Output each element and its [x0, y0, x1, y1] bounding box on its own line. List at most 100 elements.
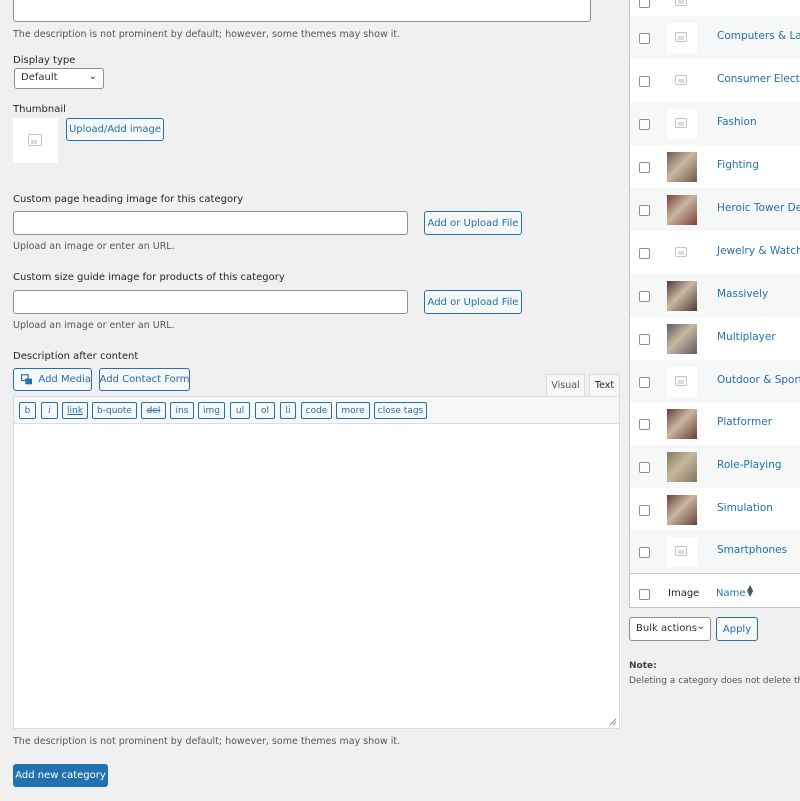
description-editor[interactable] [13, 423, 620, 729]
bulk-actions-select[interactable]: Bulk actions ⌄ [629, 617, 711, 641]
image-placeholder-icon [675, 376, 687, 386]
row-checkbox[interactable] [639, 248, 650, 259]
table-row: Simulation [630, 488, 800, 531]
row-checkbox[interactable] [639, 162, 650, 173]
add-media-label: Add Media [38, 374, 91, 385]
column-header-name[interactable]: Name [716, 588, 746, 599]
add-new-category-button[interactable]: Add new category [13, 764, 108, 787]
table-row: Platformer [630, 402, 800, 445]
quicktag-code-button[interactable]: code [301, 402, 332, 419]
chevron-down-icon: ⌄ [696, 621, 705, 632]
category-name-link[interactable]: Role-Playing [717, 459, 782, 471]
description-after-help: The description is not prominent by defa… [13, 736, 401, 747]
quicktag-ins-button[interactable]: ins [170, 402, 194, 419]
row-checkbox[interactable] [639, 0, 650, 8]
category-name-link[interactable]: Multiplayer [717, 331, 776, 343]
quicktag-bquote-button[interactable]: b-quote [92, 402, 137, 419]
row-checkbox[interactable] [639, 462, 650, 473]
column-header-image: Image [668, 588, 700, 599]
display-type-label: Display type [13, 55, 76, 66]
category-thumbnail [667, 324, 697, 354]
apply-button[interactable]: Apply [716, 617, 758, 641]
row-checkbox[interactable] [639, 76, 650, 87]
thumbnail-label: Thumbnail [13, 104, 66, 115]
table-footer-row: Image Name ▲ ▼ [630, 573, 800, 609]
category-name-link[interactable]: Fighting [717, 159, 759, 171]
category-name-link[interactable]: Fashion [717, 116, 757, 128]
heading-image-upload-button[interactable]: Add or Upload File [424, 211, 522, 235]
row-checkbox[interactable] [639, 505, 650, 516]
tab-visual[interactable]: Visual [546, 374, 585, 397]
image-placeholder-icon [675, 32, 687, 42]
row-checkbox[interactable] [639, 547, 650, 558]
row-checkbox[interactable] [639, 33, 650, 44]
quicktag-img-button[interactable]: img [198, 402, 225, 419]
display-type-value: Default [21, 72, 58, 83]
description-help: The description is not prominent by defa… [13, 29, 401, 40]
select-all-checkbox[interactable] [639, 589, 650, 600]
category-name-link[interactable]: Consumer Electro [717, 73, 800, 85]
quicktags-toolbar: b i link b-quote del ins img ul ol li co… [13, 396, 620, 424]
quicktag-ol-button[interactable]: ol [255, 402, 275, 419]
image-placeholder-icon [675, 118, 687, 128]
category-name-link[interactable]: Platformer [717, 416, 772, 428]
quicktag-bold-button[interactable]: b [19, 402, 36, 419]
description-textarea[interactable] [13, 0, 591, 22]
add-contact-form-button[interactable]: Add Contact Form [99, 368, 190, 391]
category-thumbnail [667, 409, 697, 439]
row-checkbox[interactable] [639, 119, 650, 130]
heading-image-input[interactable] [13, 211, 408, 235]
add-media-button[interactable]: Add Media [13, 368, 92, 391]
category-name-link[interactable]: Smartphones [717, 544, 787, 556]
category-name-link[interactable]: Computers & Lap [717, 30, 800, 42]
sort-arrows-icon[interactable]: ▲ ▼ [747, 584, 753, 598]
category-thumbnail-placeholder [667, 66, 697, 96]
row-checkbox[interactable] [639, 377, 650, 388]
table-row: Outdoor & Sports [630, 360, 800, 403]
quicktag-li-button[interactable]: li [280, 402, 296, 419]
quicktag-del-button[interactable]: del [141, 402, 166, 419]
category-name-link[interactable]: Outdoor & Sports [717, 374, 800, 386]
resize-handle-icon[interactable] [609, 718, 617, 726]
table-row: Consumer Electro [630, 59, 800, 102]
category-name-link[interactable]: Simulation [717, 502, 773, 514]
category-name-link[interactable]: Heroic Tower Defe [717, 202, 800, 214]
table-row: Role-Playing [630, 445, 800, 488]
table-row: Massively [630, 274, 800, 317]
quicktag-link-button[interactable]: link [62, 402, 88, 419]
size-guide-help: Upload an image or enter an URL. [13, 320, 175, 331]
category-name-link[interactable]: Jewelry & Watche [717, 245, 800, 257]
table-row: Multiplayer [630, 317, 800, 360]
quicktag-italic-button[interactable]: i [41, 402, 58, 419]
row-checkbox[interactable] [639, 419, 650, 430]
row-checkbox[interactable] [639, 205, 650, 216]
table-row: Computers & Lap [630, 16, 800, 59]
quicktag-close-tags-button[interactable]: close tags [374, 402, 427, 419]
category-thumbnail [667, 281, 697, 311]
chevron-down-icon: ⌄ [88, 71, 97, 82]
description-after-label: Description after content [13, 351, 139, 362]
table-row: Fighting [630, 145, 800, 188]
image-placeholder-icon [675, 75, 687, 85]
category-thumbnail [667, 452, 697, 482]
note-text: Deleting a category does not delete the [629, 676, 800, 686]
upload-image-button[interactable]: Upload/Add image [66, 118, 164, 141]
table-row: Smartphones [630, 530, 800, 573]
quicktag-ul-button[interactable]: ul [230, 402, 250, 419]
size-guide-input[interactable] [13, 290, 408, 314]
tab-text[interactable]: Text [589, 374, 620, 397]
row-checkbox[interactable] [639, 334, 650, 345]
category-thumbnail [667, 152, 697, 182]
row-checkbox[interactable] [639, 291, 650, 302]
category-name-link[interactable]: Massively [717, 288, 768, 300]
bulk-actions-value: Bulk actions [636, 623, 697, 634]
quicktag-more-button[interactable]: more [336, 402, 370, 419]
table-row: Heroic Tower Defe [630, 188, 800, 231]
thumbnail-preview [13, 118, 58, 163]
category-list-table: Computers & Lap Consumer Electro Fashion Fi… [629, 0, 800, 608]
display-type-select[interactable]: Default ⌄ [14, 68, 104, 89]
image-placeholder-icon [675, 0, 687, 6]
table-row: Jewelry & Watche [630, 231, 800, 274]
category-thumbnail-placeholder [667, 367, 697, 397]
size-guide-upload-button[interactable]: Add or Upload File [424, 290, 522, 314]
